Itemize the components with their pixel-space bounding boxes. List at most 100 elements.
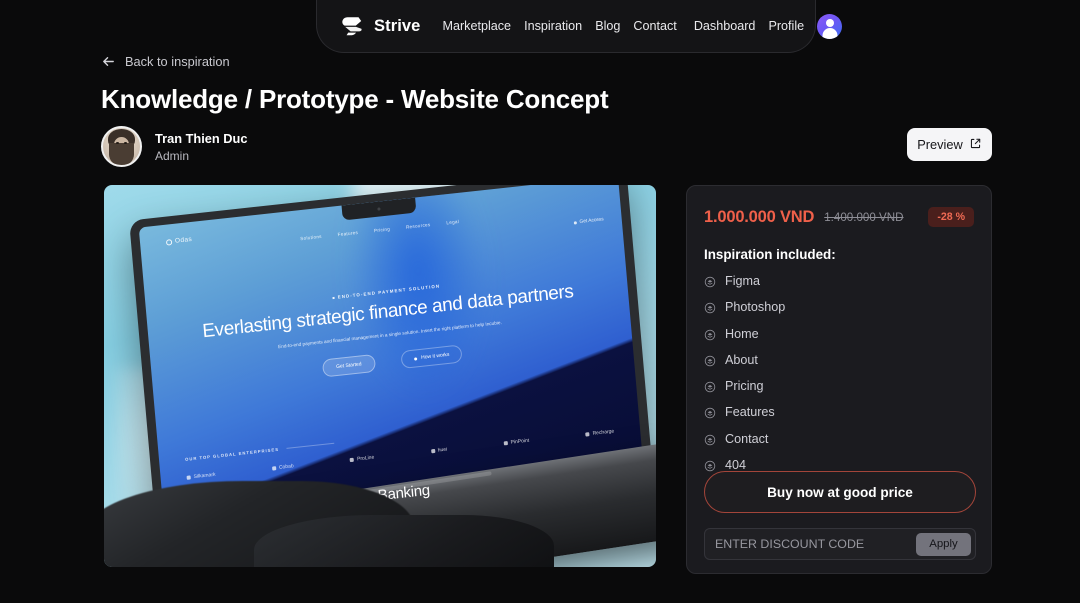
mockup-menu-resources: Resources xyxy=(405,222,431,230)
logo-item: huei xyxy=(430,446,448,455)
external-link-icon xyxy=(969,137,982,153)
current-price: 1.000.000 VND xyxy=(704,207,815,226)
project-preview-image[interactable]: Odas Solutions Features Pricing Resource… xyxy=(104,185,656,567)
enterprises-title-text: OUR TOP GLOBAL ENTERPRISES xyxy=(184,446,280,462)
nav-link-blog[interactable]: Blog xyxy=(595,19,620,33)
nav-links: Marketplace Inspiration Blog Contact xyxy=(442,19,676,33)
logo-glyph-icon xyxy=(430,448,435,454)
logo-label: huei xyxy=(437,446,448,454)
foreground-rock-secondary xyxy=(254,515,554,567)
brand-logo[interactable]: Strive xyxy=(339,13,420,39)
layers-circle-icon xyxy=(704,354,716,367)
list-item: Photoshop xyxy=(704,300,974,314)
mockup-get-access: Get Access xyxy=(573,217,604,225)
logo-glyph-icon xyxy=(186,475,191,480)
logo-item: Cobab xyxy=(271,463,294,471)
logo-glyph-icon xyxy=(585,432,590,437)
list-item-label: About xyxy=(725,352,758,367)
list-item-label: Figma xyxy=(725,274,760,288)
price-row: 1.000.000 VND 1.400.000 VND -28 % xyxy=(704,207,974,227)
author-meta: Tran Thien Duc Admin xyxy=(155,131,247,163)
mockup-logo-ring-icon xyxy=(165,238,173,246)
mockup-site-logo: Odas xyxy=(165,235,193,246)
logo-label: Cobab xyxy=(278,463,294,471)
nav-link-inspiration[interactable]: Inspiration xyxy=(524,19,582,33)
page-root: Strive Marketplace Inspiration Blog Cont… xyxy=(0,0,1080,603)
author-role: Admin xyxy=(155,148,190,163)
brand-name: Strive xyxy=(374,16,421,35)
original-price: 1.400.000 VND xyxy=(824,210,904,224)
nav-link-dashboard[interactable]: Dashboard xyxy=(694,19,756,33)
list-item: Pricing xyxy=(704,379,974,393)
included-title: Inspiration included: xyxy=(704,247,836,262)
layers-circle-icon xyxy=(704,433,716,446)
list-item: About xyxy=(704,353,974,367)
layers-circle-icon xyxy=(704,275,716,288)
logo-label: ProLine xyxy=(356,454,375,463)
discount-badge: -28 % xyxy=(928,207,974,227)
top-navbar: Strive Marketplace Inspiration Blog Cont… xyxy=(316,0,843,53)
mockup-menu-features: Features xyxy=(337,229,359,238)
layers-circle-icon xyxy=(704,459,716,472)
list-item-label: 404 xyxy=(725,458,747,473)
play-dot-icon xyxy=(414,357,418,361)
buy-now-button[interactable]: Buy now at good price xyxy=(704,471,976,513)
logo-label: Silkamark xyxy=(193,471,216,481)
nav-link-profile[interactable]: Profile xyxy=(768,19,804,33)
avatar-eye-right xyxy=(124,142,127,144)
user-avatar-icon[interactable] xyxy=(817,13,843,39)
discount-code-input[interactable] xyxy=(715,537,916,551)
list-item: Figma xyxy=(704,274,974,288)
mockup-menu-solutions: Solutions xyxy=(300,233,322,242)
mockup-menu-legal: Legal xyxy=(446,218,460,226)
layers-circle-icon xyxy=(704,380,716,393)
layers-circle-icon xyxy=(704,301,716,314)
author-name: Tran Thien Duc xyxy=(155,130,248,146)
avatar-eye-left xyxy=(116,142,119,144)
layers-circle-icon xyxy=(704,406,716,419)
title-rule-divider xyxy=(286,442,335,449)
nav-link-contact[interactable]: Contact xyxy=(633,19,676,33)
list-item-label: Contact xyxy=(725,431,769,446)
list-item: Home xyxy=(704,327,974,341)
back-to-inspiration-link[interactable]: Back to inspiration xyxy=(101,54,230,69)
list-item-label: Home xyxy=(725,326,759,341)
nav-link-marketplace[interactable]: Marketplace xyxy=(442,19,511,33)
author-avatar xyxy=(101,126,142,167)
author-block: Tran Thien Duc Admin xyxy=(101,126,247,167)
mockup-logo-text: Odas xyxy=(174,235,193,245)
purchase-panel: 1.000.000 VND 1.400.000 VND -28 % Inspir… xyxy=(686,185,992,574)
mockup-menu: Solutions Features Pricing Resources Leg… xyxy=(300,219,459,241)
arrow-left-icon xyxy=(101,54,116,69)
list-item: 404 xyxy=(704,458,974,472)
logo-item: ProLine xyxy=(349,454,375,464)
back-link-label: Back to inspiration xyxy=(125,54,230,69)
mockup-how-it-works-label: How it works xyxy=(420,352,450,362)
list-item-label: Features xyxy=(725,405,775,420)
mockup-cta-dot-icon xyxy=(573,221,577,225)
preview-button-label: Preview xyxy=(917,137,963,152)
page-title: Knowledge / Prototype - Website Concept xyxy=(101,84,609,114)
logo-item: PinPoint xyxy=(503,438,529,447)
nav-right-group: Dashboard Profile xyxy=(694,13,843,39)
layers-circle-icon xyxy=(704,328,716,340)
discount-code-field[interactable]: Apply xyxy=(704,528,976,560)
preview-button[interactable]: Preview xyxy=(907,128,992,161)
avatar-beard xyxy=(109,143,134,165)
logo-glyph-icon xyxy=(271,466,277,471)
mockup-cta-label: Get Access xyxy=(579,217,604,225)
logo-item: Silkamark xyxy=(186,471,216,481)
list-item-label: Pricing xyxy=(725,379,764,394)
strive-leaf-logo-icon xyxy=(339,13,365,39)
included-list: Figma Photoshop Home About Pricing Featu… xyxy=(704,274,974,472)
logo-glyph-icon xyxy=(349,457,355,463)
logo-item: Recharge xyxy=(585,428,614,437)
logo-label: Recharge xyxy=(592,428,615,437)
list-item: Contact xyxy=(704,432,974,446)
list-item: Features xyxy=(704,405,974,419)
logo-glyph-icon xyxy=(503,441,508,446)
logo-label: PinPoint xyxy=(510,437,530,446)
list-item-label: Photoshop xyxy=(725,300,786,315)
apply-discount-button[interactable]: Apply xyxy=(916,532,971,556)
mockup-menu-pricing: Pricing xyxy=(373,226,391,234)
